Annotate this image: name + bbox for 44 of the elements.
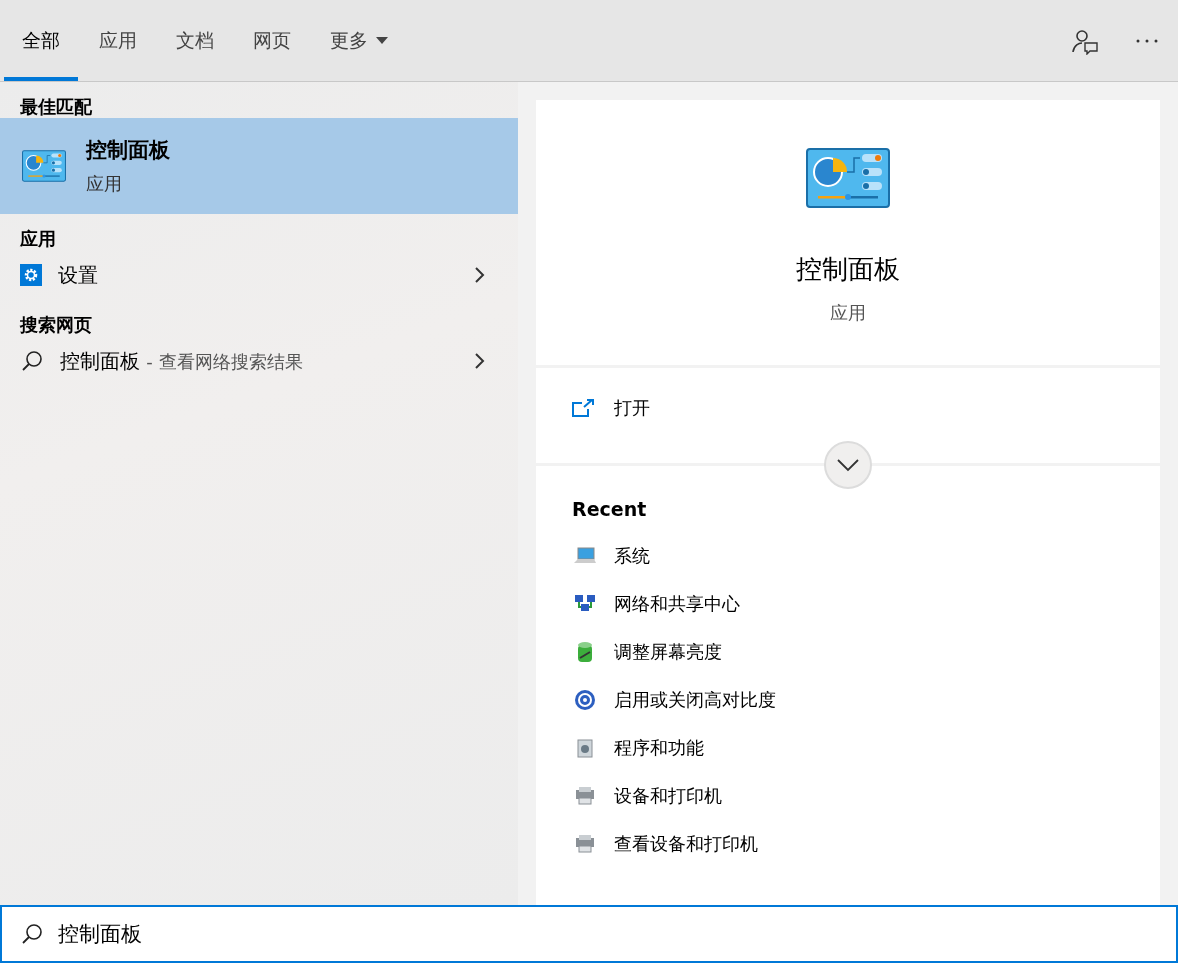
laptop-icon xyxy=(573,546,597,566)
tab[interactable]: 应用 xyxy=(99,0,137,81)
recent-item[interactable]: 启用或关闭高对比度 xyxy=(614,688,776,712)
web-result-item[interactable]: 控制面板 - 查看网络搜索结果 xyxy=(0,336,518,386)
section-heading: 应用 xyxy=(19,227,57,250)
item-subtitle: 应用 xyxy=(86,172,123,196)
search-field[interactable]: 控制面板 xyxy=(58,922,1158,946)
gear-icon xyxy=(20,264,42,286)
expand-button[interactable] xyxy=(824,441,872,489)
tab[interactable]: 文档 xyxy=(176,0,214,81)
search-icon xyxy=(20,922,44,946)
recent-item[interactable]: 调整屏幕亮度 xyxy=(614,640,722,664)
chevron-right-icon xyxy=(474,266,486,284)
chevron-down-icon xyxy=(836,458,860,472)
chevron-right-icon xyxy=(474,352,486,370)
more-icon xyxy=(1135,37,1159,44)
printer-icon xyxy=(573,786,597,806)
search-box[interactable]: 控制面板 xyxy=(0,905,1178,963)
control-panel-icon xyxy=(805,148,891,208)
preview-subtitle: 应用 xyxy=(830,301,866,325)
recent-item[interactable]: 设备和打印机 xyxy=(614,784,722,808)
recent-item[interactable]: 系统 xyxy=(614,544,650,568)
item-title: 控制面板 - 查看网络搜索结果 xyxy=(60,347,304,375)
recent-item[interactable]: 网络和共享中心 xyxy=(614,592,740,616)
best-match-item[interactable]: 控制面板 应用 xyxy=(0,118,518,214)
open-action[interactable]: 打开 xyxy=(536,368,650,420)
program-box-icon xyxy=(575,737,595,759)
item-title: 控制面板 xyxy=(86,137,170,164)
tab[interactable]: 网页 xyxy=(253,0,291,81)
recent-item[interactable]: 程序和功能 xyxy=(614,736,704,760)
printer-icon xyxy=(573,834,597,854)
section-heading: 搜索网页 xyxy=(19,313,93,336)
tab[interactable]: 更多 xyxy=(330,0,388,81)
caret-icon xyxy=(376,36,388,45)
section-heading: 最佳匹配 xyxy=(19,95,93,118)
item-title: 设置 xyxy=(58,261,99,289)
open-external-icon xyxy=(572,399,594,417)
recent-heading: Recent xyxy=(572,498,648,520)
search-icon xyxy=(20,349,44,373)
app-result-item[interactable]: 设置 xyxy=(0,250,518,300)
accessibility-icon xyxy=(573,688,597,712)
preview-title: 控制面板 xyxy=(796,253,900,286)
recent-item[interactable]: 查看设备和打印机 xyxy=(614,832,758,856)
control-panel-icon xyxy=(22,150,66,182)
